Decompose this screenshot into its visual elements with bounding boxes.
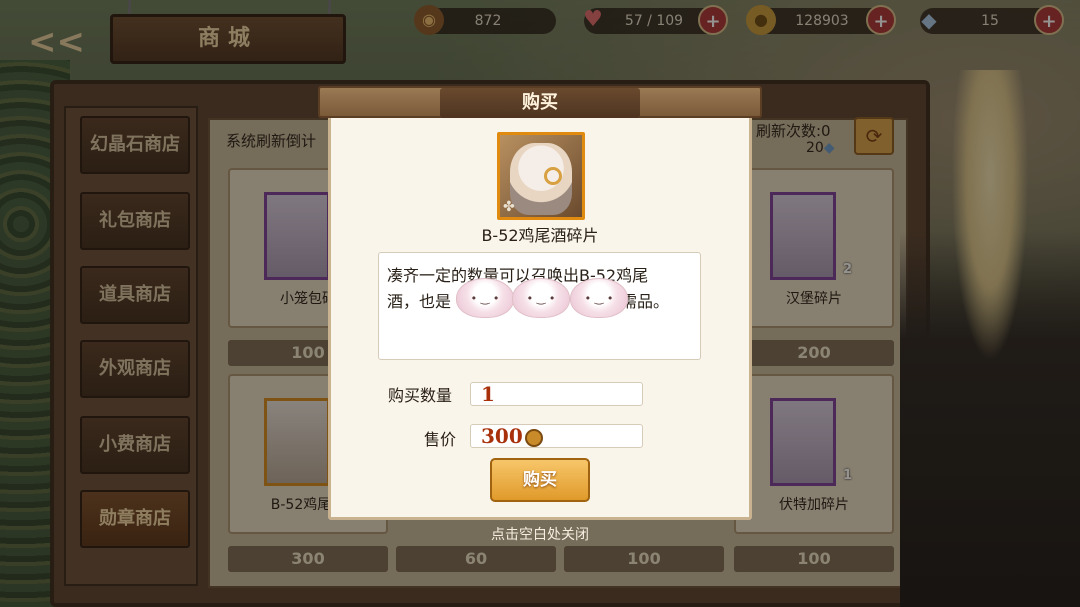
- price-field: 300: [470, 424, 643, 448]
- quantity-label: 购买数量: [388, 386, 453, 405]
- quantity-input[interactable]: 1: [470, 382, 643, 406]
- buy-button[interactable]: 购买: [490, 458, 590, 502]
- close-hint: 点击空白处关闭: [491, 527, 589, 543]
- bun-icon: [512, 278, 570, 318]
- price-label: 售价: [424, 430, 457, 449]
- bun-icon: [570, 278, 628, 318]
- character-portrait: [510, 143, 572, 215]
- fragment-icon: ✤: [503, 199, 515, 215]
- medal-coin-icon: [524, 428, 543, 447]
- steamed-bun-stickers: [456, 278, 646, 320]
- dialog-title: 购买: [440, 88, 640, 118]
- item-icon-frame: ✤: [497, 132, 585, 220]
- item-title: B-52鸡尾酒碎片: [481, 226, 599, 245]
- bun-icon: [456, 278, 514, 318]
- monocle-icon: [544, 167, 562, 185]
